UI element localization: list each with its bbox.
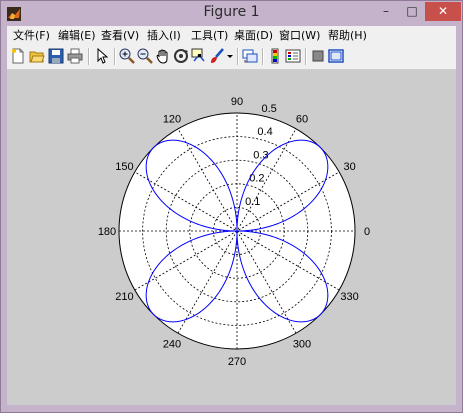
toolbar-separator [114,48,116,65]
menu-desktop[interactable]: 桌面(D) [234,26,273,45]
pan-hand-icon[interactable] [155,48,171,64]
menu-file[interactable]: 文件(F) [13,26,50,45]
theta-tick-label: 330 [340,291,358,303]
theta-tick-label: 0 [364,226,370,238]
theta-tick-label: 30 [343,161,355,173]
r-tick-label: 0.3 [253,149,268,161]
title-bar[interactable]: Figure 1 – □ ✕ [1,1,462,25]
r-tick-label: 0.2 [249,173,264,185]
toolbar-separator [262,48,264,65]
close-button[interactable]: ✕ [425,2,461,21]
show-plot-tools-icon[interactable] [328,48,344,64]
rotate-3d-icon[interactable] [173,48,189,64]
menu-tools[interactable]: 工具(T) [191,26,228,45]
figure-window: Figure 1 – □ ✕ 文件(F) 编辑(E) 查看(V) 插入(I) 工… [0,0,463,413]
menu-window[interactable]: 窗口(W) [279,26,320,45]
menu-edit[interactable]: 编辑(E) [58,26,96,45]
r-tick-label: 0.4 [257,126,272,138]
theta-tick-label: 60 [296,113,308,125]
new-figure-icon[interactable] [10,48,26,64]
edit-plot-arrow-icon[interactable] [94,48,110,64]
toolbar-separator [88,48,90,65]
menu-help[interactable]: 帮助(H) [328,26,367,45]
theta-tick-label: 180 [98,226,116,238]
theta-tick-label: 210 [115,291,133,303]
brush-dropdown-icon[interactable] [226,48,234,64]
open-file-icon[interactable] [29,48,45,64]
insert-colorbar-icon[interactable] [267,48,283,64]
r-tick-label: 0.1 [245,196,260,208]
brush-icon[interactable] [209,48,225,64]
toolbar-separator [305,48,307,65]
menu-view[interactable]: 查看(V) [101,26,139,45]
window-bottom-border [1,405,462,412]
maximize-button[interactable]: □ [399,2,425,21]
insert-legend-icon[interactable] [285,48,301,64]
theta-tick-label: 300 [293,339,311,351]
theta-tick-label: 120 [163,113,181,125]
figure-toolbar [7,45,456,70]
data-cursor-icon[interactable] [191,48,207,64]
hide-plot-tools-icon[interactable] [310,48,326,64]
theta-tick-label: 270 [228,356,246,368]
link-plot-icon[interactable] [242,48,258,64]
minimize-button[interactable]: – [373,2,399,21]
zoom-out-icon[interactable] [137,48,153,64]
save-icon[interactable] [48,48,64,64]
menu-bar: 文件(F) 编辑(E) 查看(V) 插入(I) 工具(T) 桌面(D) 窗口(W… [7,26,456,45]
figure-canvas[interactable]: 0 30 60 90 120 150 180 210 240 270 300 330 0.1 0.2 0.3… [7,70,456,405]
theta-tick-label: 150 [115,161,133,173]
toolbar-separator [237,48,239,65]
theta-tick-label: 240 [163,339,181,351]
r-tick-label: 0.5 [261,103,276,115]
menu-insert[interactable]: 插入(I) [147,26,181,45]
theta-tick-label: 90 [231,96,243,108]
polar-plot[interactable]: 0 30 60 90 120 150 180 210 240 270 300 330 0.1 0.2 0.3… [7,70,456,405]
print-icon[interactable] [67,48,83,64]
zoom-in-icon[interactable] [119,48,135,64]
